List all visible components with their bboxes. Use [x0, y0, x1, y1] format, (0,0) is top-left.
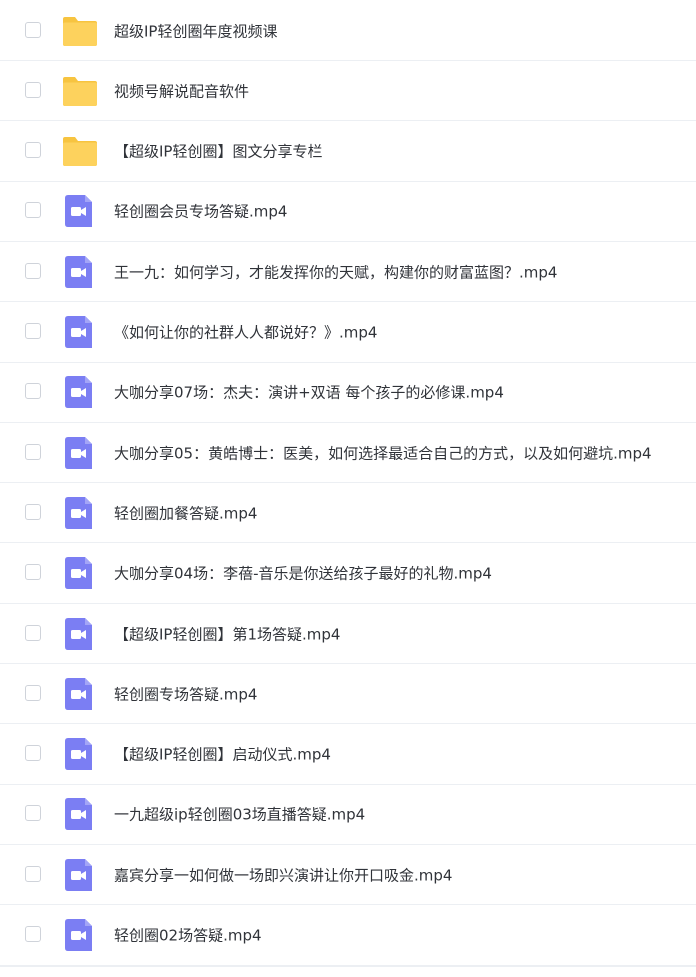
file-name[interactable]: 视频号解说配音软件 [114, 80, 249, 101]
row-checkbox[interactable] [25, 564, 41, 581]
video-file-icon [62, 436, 96, 469]
file-row[interactable]: 大咖分享07场：杰夫：演讲+双语 每个孩子的必修课.mp4 [0, 363, 696, 423]
video-file-icon [62, 858, 96, 891]
file-name[interactable]: 大咖分享05：黄皓博士：医美，如何选择最适合自己的方式，以及如何避坑.mp4 [114, 442, 652, 463]
list-divider [0, 966, 696, 967]
video-file-icon [62, 677, 96, 710]
file-row[interactable]: 一九超级ip轻创圈03场直播答疑.mp4 [0, 785, 696, 845]
file-row[interactable]: 超级IP轻创圈年度视频课 [0, 1, 696, 61]
video-file-icon [62, 617, 96, 650]
file-name[interactable]: 嘉宾分享一如何做一场即兴演讲让你开口吸金.mp4 [114, 864, 452, 885]
video-file-icon [62, 919, 96, 951]
file-name[interactable]: 轻创圈加餐答疑.mp4 [114, 502, 257, 523]
file-name[interactable]: 轻创圈会员专场答疑.mp4 [114, 201, 287, 222]
file-name[interactable]: 一九超级ip轻创圈03场直播答疑.mp4 [114, 804, 365, 825]
row-checkbox[interactable] [25, 323, 41, 339]
file-name[interactable]: 【超级IP轻创圈】图文分享专栏 [114, 141, 322, 162]
file-name[interactable]: 轻创圈02场答疑.mp4 [114, 925, 262, 946]
file-row[interactable]: 大咖分享05：黄皓博士：医美，如何选择最适合自己的方式，以及如何避坑.mp4 [0, 423, 696, 484]
video-file-icon [62, 376, 96, 409]
row-checkbox[interactable] [25, 202, 41, 219]
file-row[interactable]: 大咖分享04场：李蓓-音乐是你送给孩子最好的礼物.mp4 [0, 544, 696, 604]
file-row[interactable]: 轻创圈专场答疑.mp4 [0, 664, 696, 725]
file-row[interactable]: 【超级IP轻创圈】第1场答疑.mp4 [0, 604, 696, 664]
row-checkbox[interactable] [25, 684, 41, 701]
file-list: 超级IP轻创圈年度视频课 视频号解说配音软件【超级IP轻创圈】图文分享专栏 轻创圈会… [0, 0, 696, 977]
video-file-icon [62, 255, 96, 288]
video-file-icon [62, 496, 96, 529]
file-name[interactable]: 《如何让你的社群人人都说好？》.mp4 [114, 322, 377, 343]
folder-icon [62, 75, 97, 107]
row-checkbox[interactable] [25, 865, 41, 882]
row-checkbox[interactable] [25, 262, 41, 279]
folder-icon [62, 15, 97, 47]
video-file-icon [62, 557, 96, 590]
file-row[interactable]: 《如何让你的社群人人都说好？》.mp4 [0, 303, 696, 363]
video-file-icon [62, 798, 96, 831]
file-row[interactable]: 【超级IP轻创圈】图文分享专栏 [0, 122, 696, 182]
video-file-icon [62, 195, 96, 228]
row-checkbox[interactable] [25, 624, 41, 641]
video-file-icon [62, 316, 96, 348]
file-row[interactable]: 轻创圈会员专场答疑.mp4 [0, 182, 696, 242]
row-checkbox[interactable] [25, 21, 41, 38]
file-name[interactable]: 大咖分享07场：杰夫：演讲+双语 每个孩子的必修课.mp4 [114, 382, 504, 403]
row-checkbox[interactable] [25, 926, 41, 942]
row-checkbox[interactable] [25, 142, 41, 159]
file-name[interactable]: 大咖分享04场：李蓓-音乐是你送给孩子最好的礼物.mp4 [114, 563, 492, 584]
file-name[interactable]: 轻创圈专场答疑.mp4 [114, 683, 257, 704]
file-name[interactable]: 王一九：如何学习，才能发挥你的天赋，构建你的财富蓝图？.mp4 [114, 261, 557, 282]
folder-icon [62, 135, 97, 167]
row-checkbox[interactable] [25, 443, 41, 460]
row-checkbox[interactable] [25, 805, 41, 822]
row-checkbox[interactable] [25, 383, 41, 400]
file-name[interactable]: 超级IP轻创圈年度视频课 [114, 20, 277, 41]
file-row[interactable]: 王一九：如何学习，才能发挥你的天赋，构建你的财富蓝图？.mp4 [0, 242, 696, 303]
file-name[interactable]: 【超级IP轻创圈】第1场答疑.mp4 [114, 623, 340, 644]
file-name[interactable]: 【超级IP轻创圈】启动仪式.mp4 [114, 744, 331, 765]
row-checkbox[interactable] [25, 503, 41, 520]
file-row[interactable]: 【超级IP轻创圈】启动仪式.mp4 [0, 725, 696, 785]
video-file-icon [62, 738, 96, 771]
file-row[interactable]: 轻创圈加餐答疑.mp4 [0, 483, 696, 544]
row-checkbox[interactable] [25, 745, 41, 762]
row-checkbox[interactable] [25, 81, 41, 98]
file-row[interactable]: 嘉宾分享一如何做一场即兴演讲让你开口吸金.mp4 [0, 845, 696, 906]
file-row[interactable]: 视频号解说配音软件 [0, 61, 696, 122]
file-row[interactable]: 轻创圈02场答疑.mp4 [0, 906, 696, 966]
